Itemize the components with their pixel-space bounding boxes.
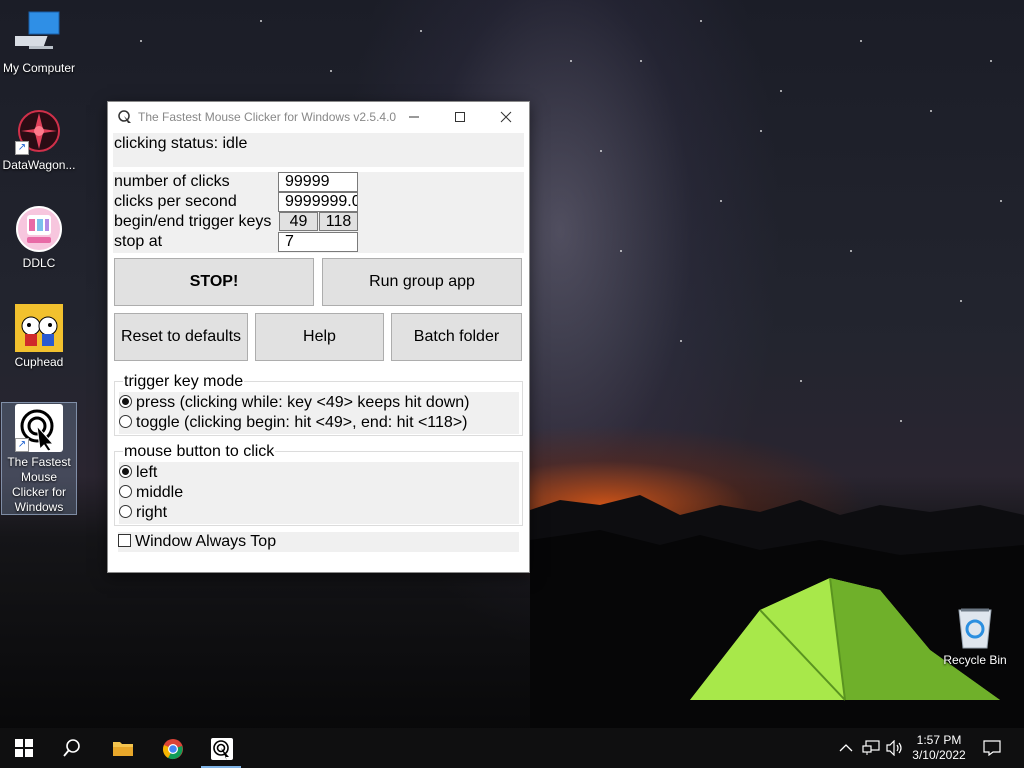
taskbar: 1:57 PM 3/10/2022 <box>0 728 1024 768</box>
radio-button[interactable] <box>119 395 132 408</box>
recycle-bin-icon <box>951 602 999 650</box>
begin-key-field[interactable]: 49 <box>279 212 318 231</box>
clicks-label: number of clicks <box>114 173 230 190</box>
desktop-icon-label: Cuphead <box>14 355 64 369</box>
chrome-icon <box>163 739 183 760</box>
desktop-icon-my-computer[interactable]: My Computer <box>1 10 77 76</box>
show-hidden-icons-button[interactable] <box>836 728 856 768</box>
radio-label: toggle (clicking begin: hit <49>, end: h… <box>136 414 468 431</box>
always-top-label: Window Always Top <box>135 533 277 550</box>
trigger-mode-group: trigger key mode press (clicking while: … <box>114 373 523 436</box>
desktop-icon-label: DDLC <box>22 256 56 270</box>
batch-folder-button[interactable]: Batch folder <box>391 313 522 361</box>
shortcut-arrow-icon: ↗ <box>15 438 29 452</box>
settings-panel: number of clicks 99999 clicks per second… <box>113 172 524 253</box>
mouse-button-group: mouse button to click left middle right <box>114 443 523 526</box>
search-icon <box>63 739 80 757</box>
desktop-icon-ddlc[interactable]: DDLC <box>1 205 77 271</box>
mouse-button-legend: mouse button to click <box>123 443 276 460</box>
desktop-icon-datawagon[interactable]: ↗ DataWagon... <box>1 107 77 173</box>
maximize-icon <box>455 112 465 122</box>
maximize-button[interactable] <box>437 102 483 131</box>
desktop-icon-mouse-clicker[interactable]: ↗ The Fastest Mouse Clicker for Windows <box>1 402 77 515</box>
radio-button[interactable] <box>119 505 132 518</box>
datawagon-icon: ↗ <box>15 107 63 155</box>
radio-right-button[interactable]: right <box>119 503 167 523</box>
mouse-button-options: left middle right <box>119 462 519 524</box>
close-icon <box>500 111 512 123</box>
shortcut-arrow-icon: ↗ <box>15 141 29 155</box>
radio-middle-button[interactable]: middle <box>119 483 183 503</box>
windows-start-icon <box>15 739 33 757</box>
clicking-status: clicking status: idle <box>114 135 248 152</box>
always-top-row[interactable]: Window Always Top <box>118 532 519 552</box>
ddlc-icon <box>15 205 63 253</box>
desktop-icon-cuphead[interactable]: Cuphead <box>1 304 77 370</box>
radio-toggle-mode[interactable]: toggle (clicking begin: hit <49>, end: h… <box>119 413 467 433</box>
clicks-field[interactable]: 99999 <box>278 172 358 192</box>
clock-time: 1:57 PM <box>916 733 962 747</box>
volume-icon <box>886 740 902 756</box>
volume-button[interactable] <box>884 728 906 768</box>
help-button[interactable]: Help <box>255 313 384 361</box>
end-key-field[interactable]: 118 <box>319 212 358 231</box>
radio-label: press (clicking while: key <49> keeps hi… <box>136 394 470 411</box>
desktop-icon-recycle-bin[interactable]: Recycle Bin <box>937 602 1013 668</box>
search-button[interactable] <box>48 728 96 768</box>
minimize-icon <box>409 116 419 118</box>
mouse-clicker-icon <box>211 738 233 760</box>
mouse-clicker-taskbar-button[interactable] <box>197 728 245 768</box>
chrome-button[interactable] <box>148 728 196 768</box>
clock-date: 3/10/2022 <box>912 748 966 762</box>
mouse-clicker-icon: ↗ <box>15 404 63 452</box>
radio-label: middle <box>136 484 184 501</box>
trigger-keys-label: begin/end trigger keys <box>114 213 272 230</box>
minimize-button[interactable] <box>391 102 437 131</box>
chevron-up-icon <box>839 744 853 752</box>
close-button[interactable] <box>483 102 529 131</box>
cps-field[interactable]: 9999999.0 <box>278 192 358 212</box>
cps-label: clicks per second <box>114 193 237 210</box>
mouse-clicker-window[interactable]: The Fastest Mouse Clicker for Windows v2… <box>107 101 530 573</box>
desktop-icon-label: My Computer <box>2 61 76 75</box>
start-button[interactable] <box>0 728 48 768</box>
desktop-icon-label: Recycle Bin <box>943 653 1007 667</box>
cuphead-icon <box>15 304 63 352</box>
trigger-mode-options: press (clicking while: key <49> keeps hi… <box>119 392 519 434</box>
file-explorer-icon <box>113 742 133 756</box>
desktop-icon-label: DataWagon... <box>2 158 76 172</box>
stop-button[interactable]: STOP! <box>114 258 314 306</box>
radio-label: left <box>136 464 158 481</box>
run-group-app-button[interactable]: Run group app <box>322 258 522 306</box>
desktop-icon-label: The Fastest Mouse Clicker for Windows <box>7 455 71 514</box>
radio-button[interactable] <box>119 485 132 498</box>
network-icon <box>862 740 880 755</box>
window-titlebar[interactable]: The Fastest Mouse Clicker for Windows v2… <box>108 102 529 131</box>
file-explorer-button[interactable] <box>98 728 146 768</box>
trigger-mode-legend: trigger key mode <box>123 373 245 390</box>
taskbar-clock[interactable]: 1:57 PM 3/10/2022 <box>905 733 973 763</box>
stop-at-field[interactable]: 7 <box>278 232 358 252</box>
window-title: The Fastest Mouse Clicker for Windows v2… <box>138 110 397 124</box>
radio-button[interactable] <box>119 415 132 428</box>
notification-icon <box>983 740 1001 756</box>
radio-left-button[interactable]: left <box>119 463 157 483</box>
radio-button[interactable] <box>119 465 132 478</box>
mouse-clicker-icon <box>118 110 131 123</box>
network-button[interactable] <box>860 728 882 768</box>
radio-label: right <box>136 504 168 521</box>
stop-at-label: stop at <box>114 233 163 250</box>
status-panel: clicking status: idle <box>113 133 524 167</box>
reset-defaults-button[interactable]: Reset to defaults <box>114 313 248 361</box>
always-top-checkbox[interactable] <box>118 534 131 547</box>
notification-button[interactable] <box>978 728 1006 768</box>
computer-icon <box>9 10 63 58</box>
radio-press-mode[interactable]: press (clicking while: key <49> keeps hi… <box>119 393 470 413</box>
